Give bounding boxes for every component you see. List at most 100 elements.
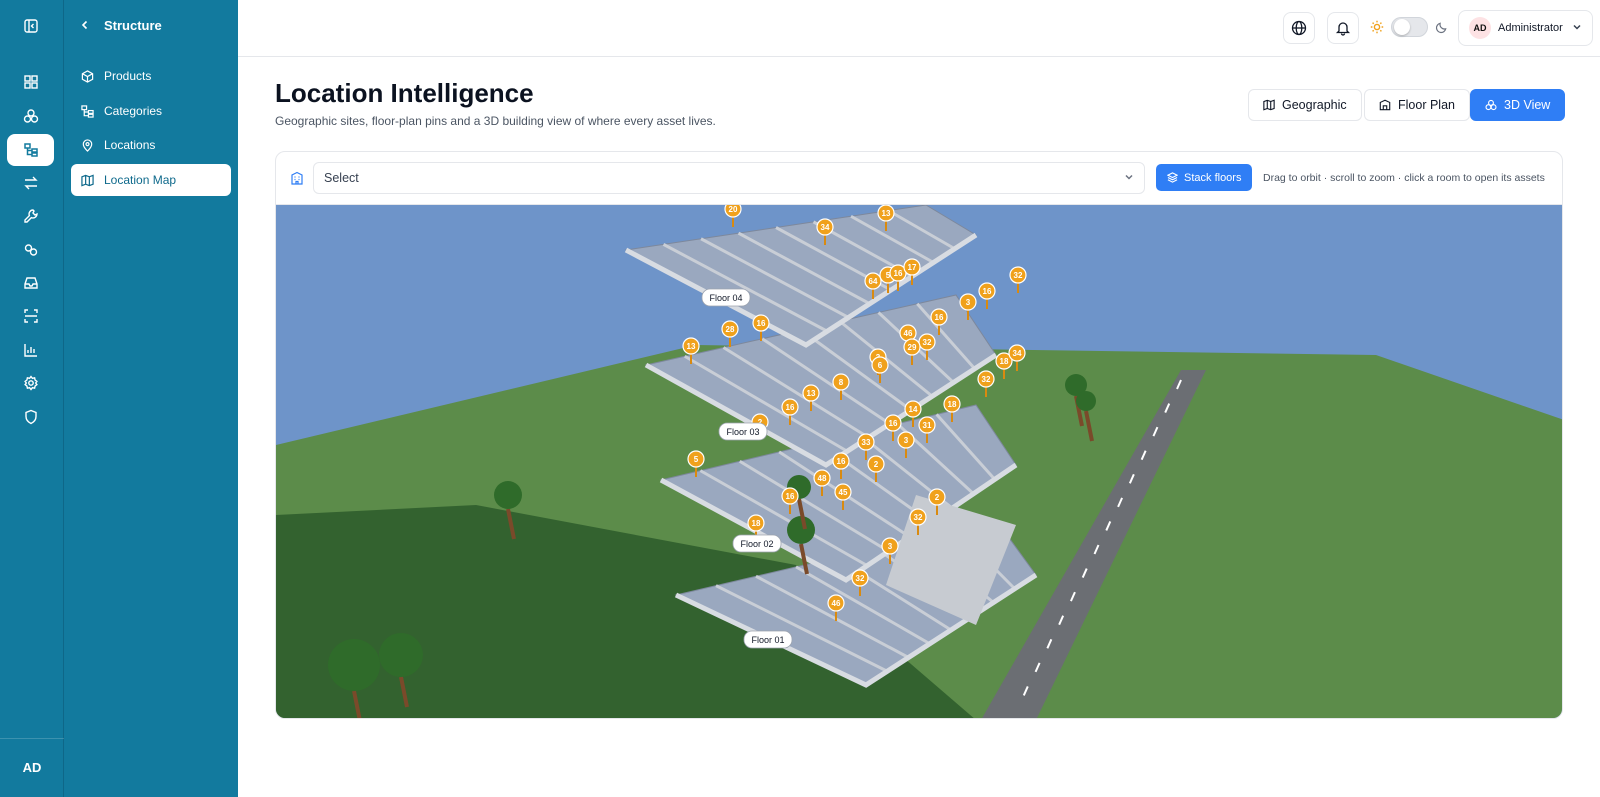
tree-canopy — [1076, 391, 1096, 411]
floorplan-icon — [1379, 99, 1391, 111]
pin-count: 45 — [839, 488, 848, 497]
pin-count: 28 — [726, 325, 735, 334]
pin-count: 16 — [983, 287, 992, 296]
pin-count: 31 — [923, 421, 932, 430]
pin-count: 13 — [687, 342, 696, 351]
shield-icon[interactable] — [7, 401, 54, 433]
floor-label[interactable]: Floor 04 — [701, 288, 751, 307]
avatar: AD — [1469, 17, 1491, 39]
bell-icon[interactable] — [1327, 12, 1359, 44]
floor-label-text: Floor 01 — [751, 635, 784, 645]
chevron-left-icon[interactable] — [80, 17, 92, 33]
pin-count: 32 — [923, 338, 932, 347]
building-3d-viewport[interactable]: 2034136451617323162816164632291336183432… — [276, 205, 1563, 719]
pin-count: 16 — [935, 313, 944, 322]
pin-count: 46 — [832, 599, 841, 608]
floor-label[interactable]: Floor 03 — [718, 422, 768, 441]
chart-icon[interactable] — [7, 334, 54, 366]
tree-canopy — [379, 633, 423, 677]
pin-count: 32 — [914, 513, 923, 522]
user-menu-button[interactable]: AD Administrator — [1458, 10, 1593, 46]
map-card: Select Stack floors Drag to orbit · scro… — [275, 151, 1563, 719]
view-3d-button[interactable]: 3D View — [1470, 89, 1566, 121]
floor-label[interactable]: Floor 02 — [732, 534, 782, 553]
pin-count: 34 — [821, 223, 830, 232]
select-value: Select — [324, 171, 359, 185]
sidebar-item-label: Location Map — [104, 173, 177, 187]
page-subtitle: Geographic sites, floor-plan pins and a … — [275, 114, 716, 128]
sidebar-item-label: Products — [104, 69, 152, 83]
stack-floors-button[interactable]: Stack floors — [1156, 164, 1253, 191]
sidebar-item-location-map[interactable]: Location Map — [71, 164, 231, 196]
pin-count: 16 — [889, 419, 898, 428]
sidebar-item-label: Locations — [104, 138, 156, 152]
pin-icon — [82, 138, 93, 152]
tree-canopy — [787, 516, 815, 544]
wrench-icon[interactable] — [7, 200, 54, 232]
sidebar-title: Structure — [104, 17, 162, 33]
pin-count: 14 — [909, 405, 918, 414]
building-select[interactable]: Select — [313, 162, 1145, 194]
transfer-icon[interactable] — [7, 167, 54, 199]
sidebar-item-locations[interactable]: Locations — [71, 129, 231, 161]
cube-icon — [1485, 99, 1497, 111]
pin-count: 18 — [948, 400, 957, 409]
pin-count: 6 — [878, 361, 883, 370]
pin-count: 3 — [966, 298, 971, 307]
pin-count: 33 — [862, 438, 871, 447]
pin-count: 3 — [888, 542, 893, 551]
page-title: Location Intelligence — [275, 78, 534, 108]
sidebar-toggle-icon[interactable] — [7, 10, 54, 42]
pin-count: 18 — [752, 519, 761, 528]
chevron-down-icon — [1124, 172, 1134, 185]
pin-count: 16 — [894, 269, 903, 278]
globe-icon[interactable] — [1283, 12, 1315, 44]
view-label: Floor Plan — [1398, 98, 1455, 112]
stack-floors-label: Stack floors — [1184, 171, 1242, 184]
pin-count: 13 — [882, 209, 891, 218]
link-icon[interactable] — [7, 234, 54, 266]
sidebar-header[interactable]: Structure — [80, 17, 162, 33]
tree-canopy — [328, 639, 380, 691]
pin-count: 8 — [839, 378, 844, 387]
toggle-knob — [1394, 19, 1410, 35]
pin-count: 29 — [908, 343, 917, 352]
pin-count: 5 — [694, 455, 699, 464]
building-icon — [291, 171, 303, 185]
pin-count: 46 — [904, 329, 913, 338]
pin-count: 34 — [1013, 349, 1022, 358]
assets-icon[interactable] — [7, 100, 54, 132]
pin-count: 48 — [818, 474, 827, 483]
pin-count: 2 — [935, 493, 940, 502]
view-floor-plan-button[interactable]: Floor Plan — [1364, 89, 1470, 121]
moon-icon — [1435, 22, 1447, 33]
pin-count: 64 — [869, 277, 878, 286]
dashboard-icon[interactable] — [7, 66, 54, 98]
settings-icon[interactable] — [7, 367, 54, 399]
floor-label[interactable]: Floor 01 — [743, 630, 793, 649]
pin-count: 16 — [757, 319, 766, 328]
theme-toggle-group — [1370, 17, 1448, 37]
pin-count: 17 — [908, 263, 917, 272]
pin-count: 18 — [1000, 357, 1009, 366]
icon-rail: AD — [0, 0, 64, 797]
pin-count: 16 — [786, 492, 795, 501]
inbox-icon[interactable] — [7, 267, 54, 299]
user-name: Administrator — [1498, 22, 1563, 34]
pin-count: 20 — [729, 205, 738, 214]
pin-count: 32 — [982, 375, 991, 384]
avatar[interactable]: AD — [0, 760, 64, 775]
sun-icon — [1370, 20, 1384, 34]
pin-count: 13 — [807, 389, 816, 398]
theme-toggle[interactable] — [1391, 17, 1428, 37]
top-bar: AD Administrator — [238, 0, 1600, 57]
sidebar-item-products[interactable]: Products — [71, 60, 231, 92]
scan-icon[interactable] — [7, 300, 54, 332]
map-icon — [81, 174, 94, 186]
floor-label-text: Floor 03 — [726, 427, 759, 437]
chevron-down-icon — [1572, 22, 1582, 35]
view-label: 3D View — [1504, 98, 1551, 112]
structure-icon[interactable] — [7, 134, 54, 166]
sidebar-item-categories[interactable]: Categories — [71, 95, 231, 127]
view-geographic-button[interactable]: Geographic — [1248, 89, 1362, 121]
